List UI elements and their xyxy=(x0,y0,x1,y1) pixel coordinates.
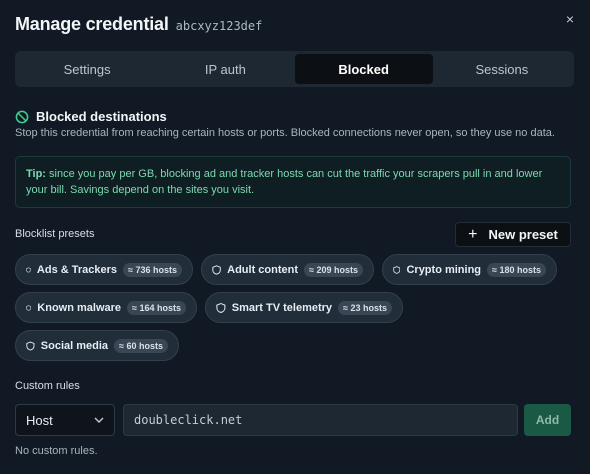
preset-name: Crypto mining xyxy=(406,263,482,276)
shield-icon xyxy=(216,302,226,313)
preset-count-badge: ≈ 209 hosts xyxy=(304,262,363,277)
tab-bar: Settings IP auth Blocked Sessions xyxy=(15,51,574,87)
tip-text: since you pay per GB, blocking ad and tr… xyxy=(26,168,543,196)
custom-rules-label: Custom rules xyxy=(15,380,80,392)
preset-name: Smart TV telemetry xyxy=(231,301,333,314)
preset-chip-social-media[interactable]: Social media ≈ 60 hosts xyxy=(15,330,179,361)
shield-icon xyxy=(26,304,32,311)
shield-icon xyxy=(393,265,401,274)
preset-name: Known malware xyxy=(37,301,122,314)
preset-chip-known-malware[interactable]: Known malware ≈ 164 hosts xyxy=(15,292,197,323)
preset-chip-adult-content[interactable]: Adult content ≈ 209 hosts xyxy=(201,254,374,285)
shield-icon xyxy=(26,341,35,350)
rule-type-select[interactable]: Host xyxy=(15,404,115,436)
preset-chip-crypto-mining[interactable]: Crypto mining ≈ 180 hosts xyxy=(382,254,557,285)
preset-count-badge: ≈ 164 hosts xyxy=(127,300,186,315)
empty-rules-text: No custom rules. xyxy=(15,445,98,457)
block-icon xyxy=(15,110,29,123)
preset-chip-ads-trackers[interactable]: Ads & Trackers ≈ 736 hosts xyxy=(15,254,193,285)
dialog-title: Manage credential xyxy=(15,14,169,34)
shield-icon xyxy=(26,266,31,273)
add-rule-button[interactable]: Add xyxy=(524,404,571,436)
new-preset-label: New preset xyxy=(488,227,558,242)
preset-name: Social media xyxy=(40,339,109,352)
dialog-header: Manage credential abcxyz123def xyxy=(15,14,262,35)
preset-count-badge: ≈ 736 hosts xyxy=(123,262,182,277)
tab-ip-auth[interactable]: IP auth xyxy=(156,54,294,84)
presets-label: Blocklist presets xyxy=(15,228,95,240)
new-preset-button[interactable]: + New preset xyxy=(455,222,571,247)
section-title: Blocked destinations xyxy=(36,109,167,124)
rule-host-input[interactable] xyxy=(123,404,518,436)
preset-count-badge: ≈ 60 hosts xyxy=(114,338,168,353)
plus-icon: + xyxy=(468,225,478,243)
preset-chip-smart-tv-telemetry[interactable]: Smart TV telemetry ≈ 23 hosts xyxy=(205,292,403,323)
shield-icon xyxy=(212,264,221,275)
preset-count-badge: ≈ 180 hosts xyxy=(487,262,546,277)
preset-name: Ads & Trackers xyxy=(36,263,118,276)
chevron-down-icon xyxy=(94,417,104,423)
credential-id: abcxyz123def xyxy=(175,19,263,33)
close-icon[interactable]: × xyxy=(561,10,579,28)
tab-settings[interactable]: Settings xyxy=(18,54,156,84)
tab-sessions[interactable]: Sessions xyxy=(433,54,571,84)
rule-type-value: Host xyxy=(26,412,53,428)
blocked-section-header: Blocked destinations xyxy=(15,109,167,124)
tab-blocked[interactable]: Blocked xyxy=(294,54,433,84)
tip-box: Tip: since you pay per GB, blocking ad a… xyxy=(15,156,571,208)
section-description: Stop this credential from reaching certa… xyxy=(15,127,555,139)
preset-count-badge: ≈ 23 hosts xyxy=(338,300,392,315)
tip-prefix: Tip: xyxy=(26,168,46,180)
preset-name: Adult content xyxy=(227,263,299,276)
